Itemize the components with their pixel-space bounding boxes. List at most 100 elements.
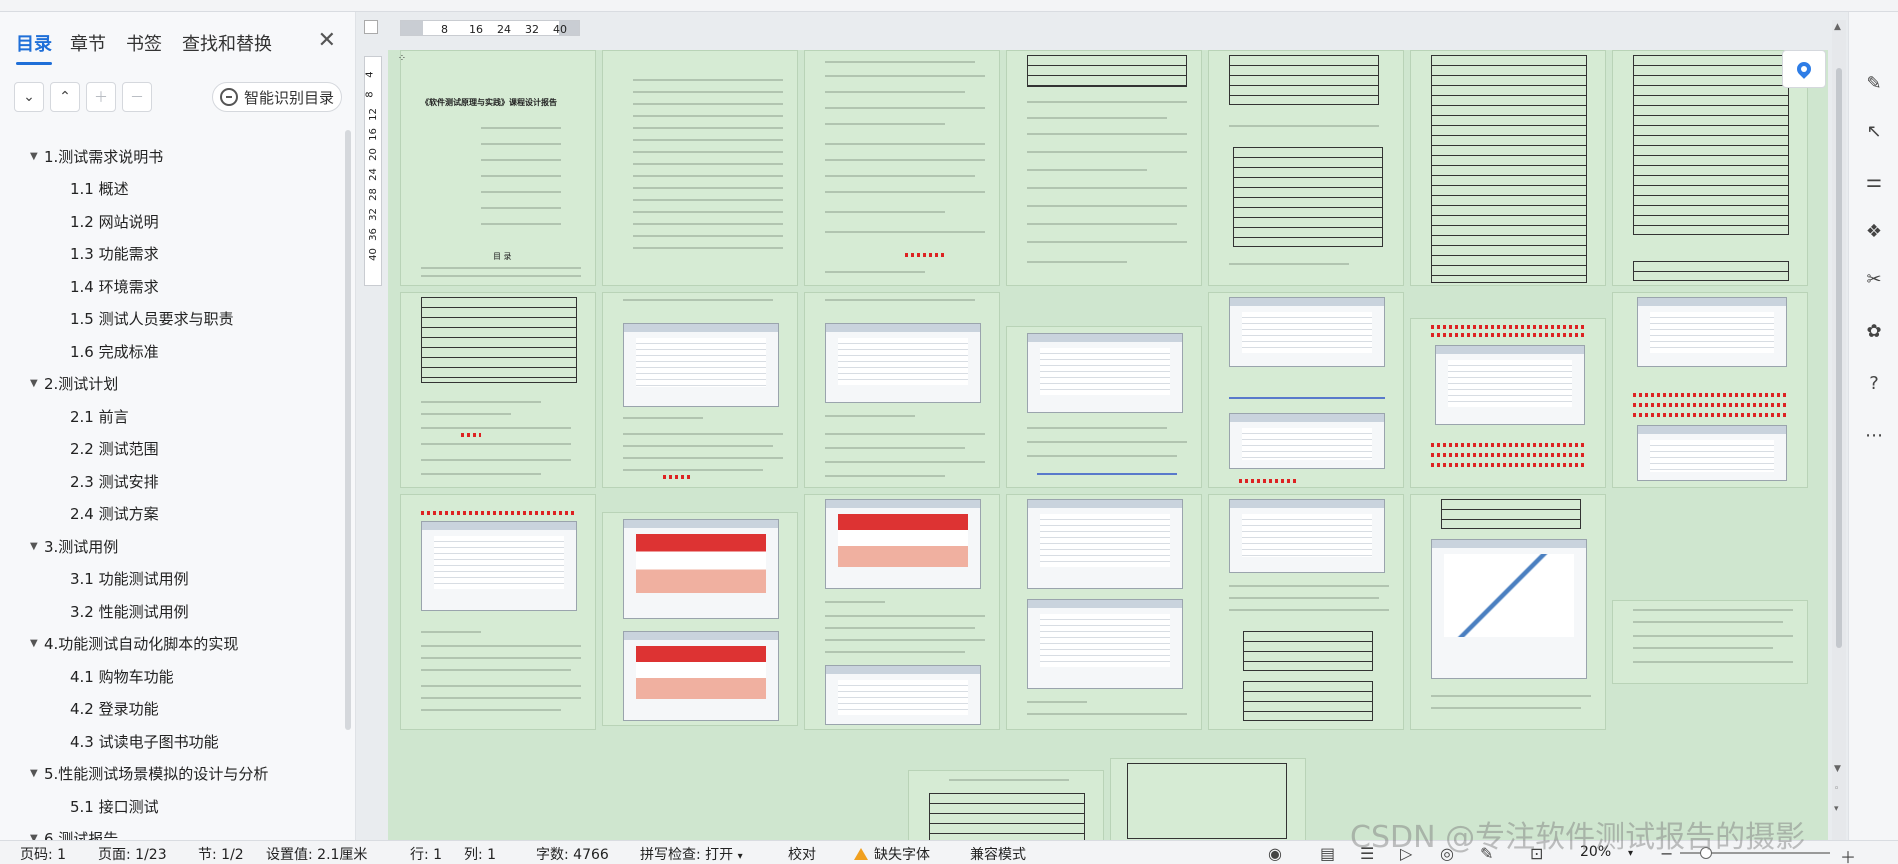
- eye-icon[interactable]: ◉: [1268, 844, 1282, 863]
- toc-item[interactable]: 1.5 测试人员要求与职责: [0, 303, 340, 336]
- page-thumbnail[interactable]: [400, 292, 596, 488]
- page-thumbnail[interactable]: [1110, 758, 1306, 840]
- page-thumbnail[interactable]: [804, 50, 1000, 286]
- tab-toc[interactable]: 目录: [16, 30, 52, 65]
- scroll-up-icon[interactable]: ▲: [1834, 22, 1841, 32]
- tools-icon[interactable]: ✂: [1863, 268, 1885, 290]
- toc-item[interactable]: 2.3 测试安排: [0, 465, 340, 498]
- shape-icon[interactable]: ❖: [1863, 220, 1885, 242]
- expand-up-button[interactable]: ⌃: [50, 82, 80, 112]
- pen-icon[interactable]: ✎: [1863, 72, 1885, 94]
- close-icon[interactable]: ✕: [318, 28, 336, 53]
- select-cursor-icon[interactable]: ↖: [1863, 120, 1885, 142]
- ruler-corner-button[interactable]: [364, 20, 378, 34]
- toc-item[interactable]: 2.4 测试方案: [0, 498, 340, 531]
- toc-item[interactable]: 1.4 环境需求: [0, 270, 340, 303]
- expand-arrow-icon[interactable]: ▼: [30, 768, 44, 779]
- add-heading-button[interactable]: ＋: [86, 82, 116, 112]
- nav-scrollbar[interactable]: [345, 130, 351, 730]
- edit-icon[interactable]: ✎: [1480, 844, 1493, 863]
- toc-item[interactable]: ▼ 3.测试用例: [0, 530, 340, 563]
- page-thumbnail[interactable]: 《软件测试原理与实践》课程设计报告 目 录: [400, 50, 596, 286]
- play-icon[interactable]: ▷: [1400, 844, 1412, 863]
- proofread-button[interactable]: 校对: [788, 844, 816, 864]
- toc-item[interactable]: ▼ 5.性能测试场景模拟的设计与分析: [0, 758, 340, 791]
- spell-check-toggle[interactable]: 拼写检查: 打开 ▾: [640, 844, 743, 864]
- location-button[interactable]: [1782, 50, 1826, 88]
- page-thumbnail[interactable]: [1208, 494, 1404, 730]
- missing-font-button[interactable]: 缺失字体: [854, 844, 930, 864]
- toc-item[interactable]: 1.3 功能需求: [0, 238, 340, 271]
- page-thumbnail[interactable]: [1208, 292, 1404, 488]
- page-thumbnail[interactable]: [1410, 50, 1606, 286]
- adjust-icon[interactable]: ⚌: [1863, 170, 1885, 192]
- help-icon[interactable]: ?: [1863, 372, 1885, 394]
- page-thumbnail[interactable]: [1410, 318, 1606, 488]
- toc-item[interactable]: ▼ 2.测试计划: [0, 368, 340, 401]
- page-thumbnail[interactable]: [1612, 292, 1808, 488]
- scrollbar-thumb[interactable]: [1836, 68, 1842, 648]
- page-thumbnail[interactable]: [602, 512, 798, 726]
- zoom-out-icon[interactable]: −: [1660, 844, 1673, 863]
- outline-view-icon[interactable]: ☰: [1360, 844, 1374, 863]
- page-thumbnail[interactable]: [1006, 494, 1202, 730]
- document-scrollbar[interactable]: ▲ ▼ ◦ ▾: [1832, 20, 1846, 840]
- more-icon[interactable]: ⋯: [1863, 424, 1885, 446]
- page-thumbnail[interactable]: [1006, 326, 1202, 488]
- expand-arrow-icon[interactable]: ▼: [30, 638, 44, 649]
- toc-item[interactable]: 2.1 前言: [0, 400, 340, 433]
- zoom-slider-knob[interactable]: [1700, 847, 1712, 859]
- toc-item[interactable]: 4.3 试读电子图书功能: [0, 725, 340, 758]
- page-view-icon[interactable]: ▤: [1320, 844, 1335, 863]
- toc-item[interactable]: 1.2 网站说明: [0, 205, 340, 238]
- toc-item[interactable]: 3.2 性能测试用例: [0, 595, 340, 628]
- ruler-toggle-button[interactable]: ⁘: [394, 50, 410, 66]
- expand-arrow-icon[interactable]: ▼: [30, 151, 44, 162]
- setting-value[interactable]: 设置值: 2.1厘米: [266, 844, 367, 864]
- tab-chapters[interactable]: 章节: [70, 30, 106, 56]
- toc-item[interactable]: 1.6 完成标准: [0, 335, 340, 368]
- expand-arrow-icon[interactable]: ▼: [30, 378, 44, 389]
- collapse-all-button[interactable]: ⌄: [14, 82, 44, 112]
- fit-page-icon[interactable]: ⊡: [1530, 844, 1543, 863]
- page-thumbnail[interactable]: [804, 292, 1000, 488]
- prev-page-icon[interactable]: ◦: [1834, 784, 1839, 794]
- page-thumbnail[interactable]: [1006, 50, 1202, 286]
- toc-item[interactable]: 3.1 功能测试用例: [0, 563, 340, 596]
- expand-arrow-icon[interactable]: ▼: [30, 541, 44, 552]
- smart-toc-button[interactable]: 智能识别目录: [212, 82, 342, 112]
- page-thumbnail[interactable]: [1410, 494, 1606, 730]
- toc-item[interactable]: ▼ 1.测试需求说明书: [0, 140, 340, 173]
- page-thumbnail[interactable]: [1612, 600, 1808, 684]
- toc-item[interactable]: 2.2 测试范围: [0, 433, 340, 466]
- toc-item[interactable]: 4.2 登录功能: [0, 693, 340, 726]
- remove-heading-button[interactable]: －: [122, 82, 152, 112]
- toc-item[interactable]: 1.1 概述: [0, 173, 340, 206]
- page-indicator[interactable]: 页面: 1/23: [98, 844, 167, 864]
- page-thumbnail[interactable]: [602, 50, 798, 286]
- scroll-down-icon[interactable]: ▼: [1834, 764, 1841, 774]
- toc-item[interactable]: ▼ 4.功能测试自动化脚本的实现: [0, 628, 340, 661]
- web-view-icon[interactable]: ◎: [1440, 844, 1454, 863]
- document-canvas[interactable]: 《软件测试原理与实践》课程设计报告 目 录: [388, 50, 1828, 840]
- puzzle-icon[interactable]: ✿: [1863, 320, 1885, 342]
- ruler-number: 24: [367, 168, 379, 181]
- tab-find-replace[interactable]: 查找和替换: [182, 30, 272, 56]
- tab-bookmarks[interactable]: 书签: [126, 30, 162, 56]
- zoom-in-icon[interactable]: ＋: [1840, 844, 1856, 864]
- next-page-icon[interactable]: ▾: [1834, 804, 1839, 814]
- zoom-dropdown[interactable]: ▾: [1628, 844, 1633, 860]
- toc-item[interactable]: 4.1 购物车功能: [0, 660, 340, 693]
- page-thumbnail[interactable]: [1208, 50, 1404, 286]
- page-thumbnail[interactable]: [400, 494, 596, 730]
- page-thumbnail[interactable]: [804, 494, 1000, 730]
- smart-recognize-icon: [219, 88, 238, 106]
- compat-mode-button[interactable]: 兼容模式: [970, 844, 1026, 864]
- ruler-band[interactable]: 8 16 24 32 40: [400, 20, 580, 36]
- page-thumbnail[interactable]: [602, 292, 798, 488]
- page-thumbnail[interactable]: [908, 770, 1104, 840]
- zoom-level[interactable]: 20%: [1580, 844, 1611, 860]
- toc-item[interactable]: 5.1 接口测试: [0, 790, 340, 823]
- word-count[interactable]: 字数: 4766: [536, 844, 609, 864]
- page-thumbnail[interactable]: [1612, 50, 1808, 286]
